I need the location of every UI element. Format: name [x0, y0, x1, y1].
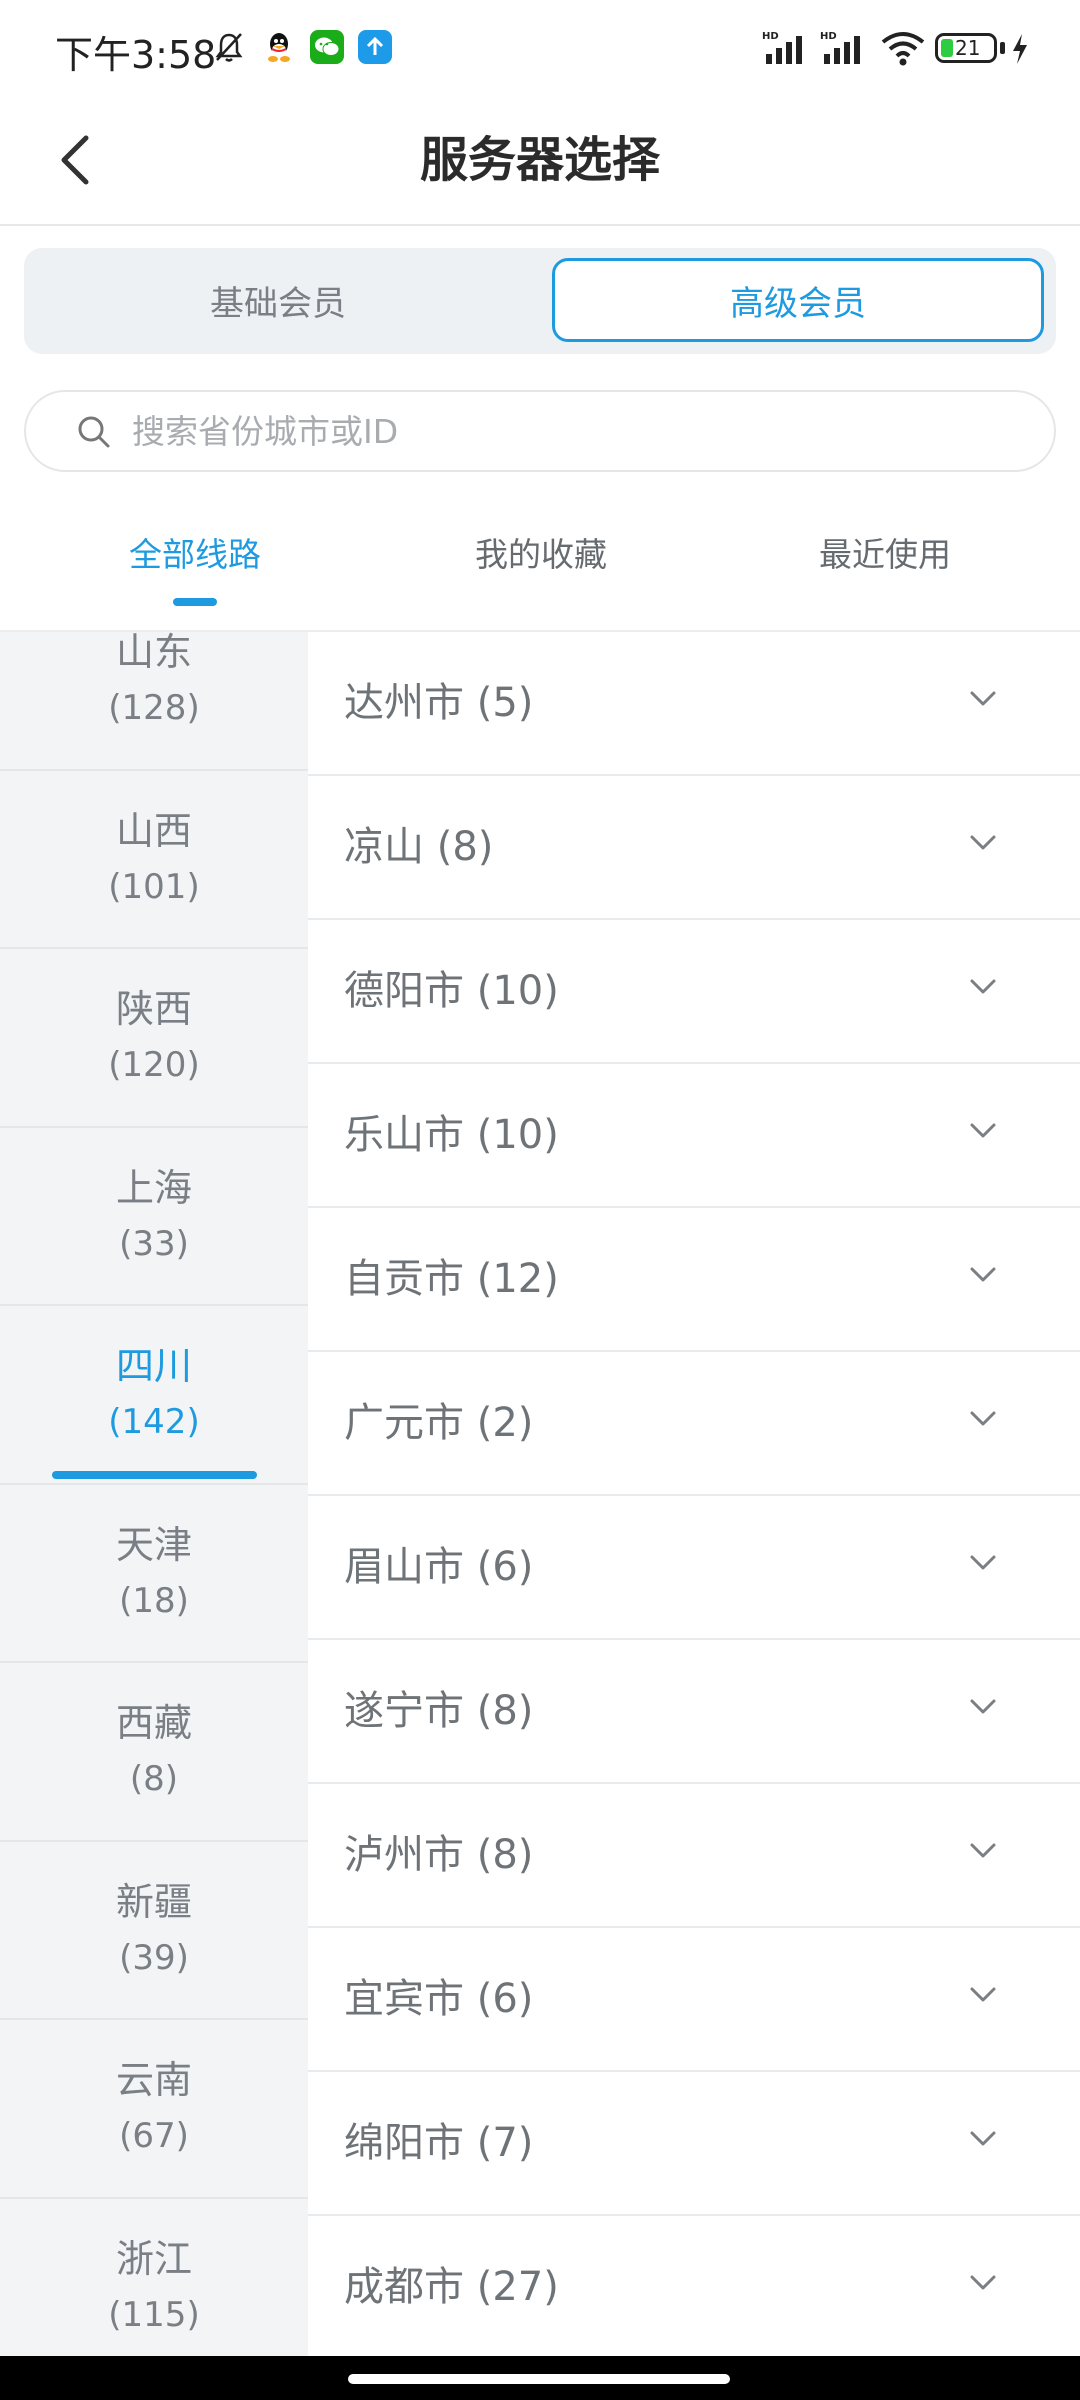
city-name: 绵阳市 (7) — [344, 2120, 534, 2166]
city-name: 遂宁市 (8) — [344, 1688, 534, 1734]
province-item-selected[interactable]: 四川 (142) — [0, 1306, 308, 1485]
tab-recent[interactable]: 最近使用 — [712, 510, 1058, 600]
city-item[interactable]: 凉山 (8) — [308, 776, 1080, 920]
city-list[interactable]: 达州市 (5) 凉山 (8) 德阳市 (10) 乐山市 (10) 自贡市 (12… — [308, 632, 1080, 2356]
province-item[interactable]: 山西 (101) — [0, 771, 308, 949]
province-count: (67) — [119, 2116, 189, 2157]
chevron-down-icon[interactable] — [968, 1120, 998, 1142]
province-name: 新疆 — [115, 1879, 192, 1924]
chevron-down-icon[interactable] — [968, 1984, 998, 2006]
province-name: 云南 — [115, 2058, 192, 2103]
province-item[interactable]: 新疆 (39) — [0, 1842, 308, 2020]
city-name: 达州市 (5) — [344, 680, 534, 726]
province-name: 天津 — [115, 1522, 192, 1567]
signal-icon: HD — [762, 30, 812, 70]
basic-member-button[interactable]: 基础会员 — [32, 258, 524, 342]
battery-level: 21 — [955, 36, 981, 60]
city-item[interactable]: 德阳市 (10) — [308, 920, 1080, 1064]
header: 服务器选择 — [0, 96, 1080, 226]
city-name: 凉山 (8) — [344, 824, 494, 870]
province-count: (142) — [108, 1402, 200, 1443]
province-item[interactable]: 云南 (67) — [0, 2020, 308, 2199]
city-item[interactable]: 达州市 (5) — [308, 632, 1080, 776]
province-name: 陕西 — [115, 987, 192, 1032]
chevron-down-icon[interactable] — [968, 2272, 998, 2294]
charging-icon — [1010, 32, 1030, 70]
home-indicator[interactable] — [348, 2374, 730, 2384]
city-item[interactable]: 遂宁市 (8) — [308, 1640, 1080, 1784]
search-placeholder: 搜索省份城市或ID — [132, 412, 399, 451]
chevron-down-icon[interactable] — [968, 976, 998, 998]
membership-toggle: 基础会员 高级会员 — [24, 248, 1056, 354]
chevron-down-icon[interactable] — [968, 2128, 998, 2150]
page-title: 服务器选择 — [419, 132, 660, 188]
province-count: (8) — [129, 1759, 179, 1800]
search-icon — [78, 416, 110, 448]
city-item[interactable]: 乐山市 (10) — [308, 1064, 1080, 1208]
city-item[interactable]: 绵阳市 (7) — [308, 2072, 1080, 2216]
chevron-down-icon[interactable] — [968, 1696, 998, 1718]
svg-text:HD: HD — [820, 31, 837, 42]
chevron-down-icon[interactable] — [968, 1264, 998, 1286]
city-name: 宜宾市 (6) — [344, 1976, 534, 2022]
city-item[interactable]: 自贡市 (12) — [308, 1208, 1080, 1352]
battery-icon: 21 — [935, 33, 997, 63]
province-name: 上海 — [115, 1165, 192, 1210]
city-name: 广元市 (2) — [344, 1400, 534, 1446]
province-count: (33) — [119, 1223, 189, 1264]
status-bar: 下午3:58 HD HD 21 — [0, 0, 1080, 96]
city-name: 自贡市 (12) — [344, 1256, 559, 1302]
search-input[interactable]: 搜索省份城市或ID — [24, 390, 1056, 472]
premium-member-button[interactable]: 高级会员 — [552, 258, 1044, 342]
province-count: (101) — [108, 866, 200, 907]
province-name: 西藏 — [115, 1701, 192, 1746]
province-count: (120) — [108, 1045, 200, 1086]
province-name: 浙江 — [115, 2236, 192, 2281]
province-count: (128) — [108, 688, 200, 729]
server-list-area: 山东 (128) 山西 (101) 陕西 (120) 上海 (33) 四川 (1… — [0, 630, 1080, 2356]
city-item[interactable]: 成都市 (27) — [308, 2216, 1080, 2356]
province-name: 山东 — [115, 630, 192, 675]
tab-favorites[interactable]: 我的收藏 — [368, 510, 714, 600]
status-time: 下午3:58 — [55, 33, 217, 77]
tab-bar: 全部线路 我的收藏 最近使用 — [0, 510, 1080, 610]
city-name: 泸州市 (8) — [344, 1832, 534, 1878]
province-count: (115) — [108, 2294, 200, 2335]
wifi-icon — [880, 30, 926, 70]
province-item[interactable]: 陕西 (120) — [0, 949, 308, 1128]
province-count: (39) — [119, 1937, 189, 1978]
svg-text:HD: HD — [762, 31, 779, 42]
tab-indicator — [173, 598, 217, 606]
province-name: 山西 — [115, 808, 192, 853]
province-list[interactable]: 山东 (128) 山西 (101) 陕西 (120) 上海 (33) 四川 (1… — [0, 630, 308, 2357]
province-item[interactable]: 浙江 (115) — [0, 2199, 308, 2357]
city-item[interactable]: 眉山市 (6) — [308, 1496, 1080, 1640]
province-item[interactable]: 西藏 (8) — [0, 1663, 308, 1842]
city-name: 德阳市 (10) — [344, 968, 559, 1014]
province-name: 四川 — [115, 1344, 192, 1389]
selected-indicator — [52, 1470, 257, 1479]
province-item[interactable]: 山东 (128) — [0, 630, 308, 771]
chevron-down-icon[interactable] — [968, 1840, 998, 1862]
tab-all-routes[interactable]: 全部线路 — [22, 510, 368, 600]
city-name: 眉山市 (6) — [344, 1544, 534, 1590]
chevron-down-icon[interactable] — [968, 1552, 998, 1574]
city-item[interactable]: 广元市 (2) — [308, 1352, 1080, 1496]
province-item[interactable]: 天津 (18) — [0, 1485, 308, 1663]
chevron-down-icon[interactable] — [968, 1408, 998, 1430]
city-name: 成都市 (27) — [344, 2264, 559, 2310]
chevron-down-icon[interactable] — [968, 832, 998, 854]
navigation-bar — [0, 2356, 1080, 2400]
province-item[interactable]: 上海 (33) — [0, 1128, 308, 1306]
upload-icon — [358, 30, 392, 64]
qq-icon — [262, 30, 296, 64]
wechat-icon — [310, 30, 344, 64]
city-name: 乐山市 (10) — [344, 1112, 559, 1158]
mute-icon — [212, 30, 246, 64]
signal-icon: HD — [820, 30, 870, 70]
chevron-down-icon[interactable] — [968, 688, 998, 710]
province-count: (18) — [119, 1580, 189, 1621]
city-item[interactable]: 泸州市 (8) — [308, 1784, 1080, 1928]
city-item[interactable]: 宜宾市 (6) — [308, 1928, 1080, 2072]
